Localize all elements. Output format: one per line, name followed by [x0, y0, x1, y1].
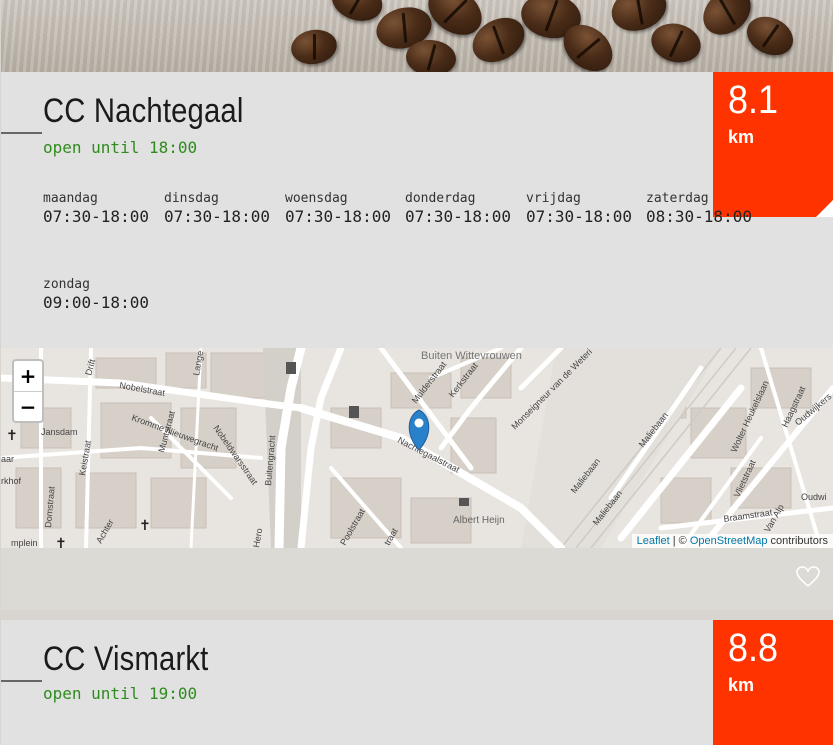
map-label-rkhof: rkhof: [1, 476, 22, 486]
distance-unit: km: [728, 127, 755, 147]
hours-wednesday: woensdag 07:30-18:00: [285, 191, 391, 226]
card-footer: [1, 548, 833, 610]
hours-saturday: zaterdag 08:30-18:00: [646, 191, 752, 226]
church-icon: ✝: [6, 428, 18, 444]
attribution-suffix: contributors: [767, 535, 828, 547]
open-status: open until 19:00: [43, 684, 198, 703]
hours-sunday: zondag 09:00-18:00: [43, 277, 149, 312]
title-accent-line: [1, 680, 42, 682]
zoom-in-button[interactable]: +: [14, 361, 42, 391]
shop-icon: [349, 406, 359, 418]
hours-monday: maandag 07:30-18:00: [43, 191, 149, 226]
map-zoom-control[interactable]: + −: [12, 359, 44, 423]
map-label-aar: aar: [1, 454, 14, 464]
location-card-vismarkt[interactable]: CC Vismarkt open until 19:00 8.8 km: [1, 620, 833, 745]
distance-unit: km: [728, 675, 755, 695]
corner-fold: [816, 200, 833, 217]
distance-value: 8.1: [728, 78, 779, 122]
hero-coffee-image: [1, 0, 833, 72]
supermarket-icon: [459, 498, 469, 506]
zoom-out-button[interactable]: −: [14, 391, 42, 421]
map-label-mplein: mplein: [11, 538, 38, 548]
title-accent-line: [1, 132, 42, 134]
church-icon-3: ✝: [55, 536, 67, 548]
map-attribution: Leaflet | © OpenStreetMap contributors: [631, 534, 833, 548]
distance-badge: 8.8 km: [713, 620, 833, 745]
location-title: CC Vismarkt: [43, 640, 209, 678]
church-icon-2: ✝: [139, 518, 151, 534]
hours-friday: vrijdag 07:30-18:00: [526, 191, 632, 226]
location-map[interactable]: Buiten Wittevrouwen Nobelstraat Nachtega…: [1, 348, 833, 548]
map-tiles[interactable]: Buiten Wittevrouwen Nobelstraat Nachtega…: [1, 348, 833, 548]
map-label-oudwi: Oudwi: [801, 492, 827, 502]
attribution-separator: | ©: [669, 535, 690, 547]
distance-value: 8.8: [728, 626, 779, 670]
map-label-albert-heijn: Albert Heijn: [453, 515, 505, 526]
location-title: CC Nachtegaal: [43, 92, 244, 130]
leaflet-link[interactable]: Leaflet: [637, 535, 670, 547]
heart-outline-icon[interactable]: [796, 566, 820, 588]
location-card-nachtegaal[interactable]: CC Nachtegaal open until 18:00 8.1 km ma…: [1, 72, 833, 610]
map-label-buiten-wittevrouwen: Buiten Wittevrouwen: [421, 350, 522, 362]
open-status: open until 18:00: [43, 138, 198, 157]
map-label-jansdam: Jansdam: [41, 427, 78, 437]
theatre-icon: [286, 362, 296, 374]
hours-tuesday: dinsdag 07:30-18:00: [164, 191, 270, 226]
osm-link[interactable]: OpenStreetMap: [690, 535, 768, 547]
hours-thursday: donderdag 07:30-18:00: [405, 191, 511, 226]
